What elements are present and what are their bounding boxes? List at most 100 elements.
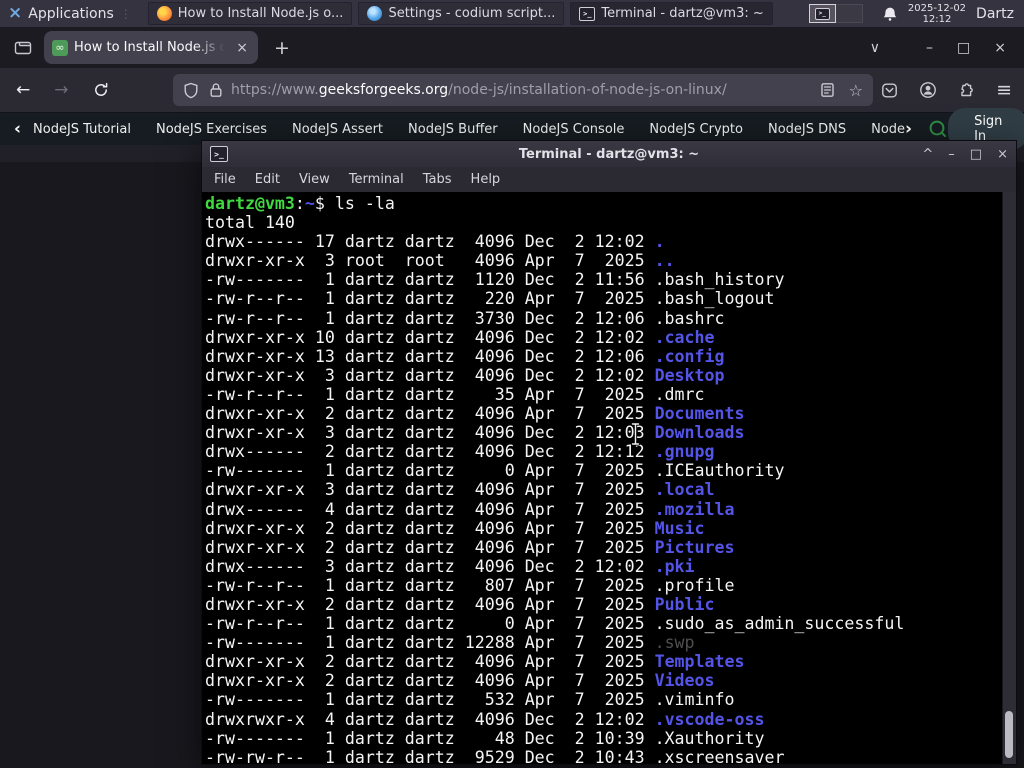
nav-item-nodejs-buffer[interactable]: NodeJS Buffer — [408, 122, 498, 137]
firefox-view-button[interactable] — [14, 40, 32, 56]
nav-scroll-right-icon[interactable]: › — [905, 119, 912, 139]
tab-close-icon[interactable]: × — [234, 40, 250, 56]
nav-buttons: ← → — [0, 80, 109, 100]
browser-tab-active[interactable]: ∞ How to Install Node.js on × — [44, 31, 258, 64]
desktop: × Applications ⋮ How to Install Node.js … — [0, 0, 1024, 768]
workspace-switcher: >_ — [808, 4, 863, 23]
nav-item-nodejs-console[interactable]: NodeJS Console — [523, 122, 625, 137]
terminal-window-controls: ^ – □ × — [922, 148, 1008, 161]
terminal-line: -rw------- 1 dartz dartz 0 Apr 7 2025 .I… — [205, 461, 785, 481]
nav-item-nodejs-crypto[interactable]: NodeJS Crypto — [649, 122, 743, 137]
terminal-line: drwxr-xr-x 13 dartz dartz 4096 Dec 2 12:… — [205, 346, 725, 366]
browser-close-button[interactable]: × — [994, 40, 1006, 56]
terminal-line: drwxr-xr-x 3 dartz dartz 4096 Apr 7 2025… — [205, 480, 715, 500]
terminal-line: -rw-r--r-- 1 dartz dartz 35 Apr 7 2025 .… — [205, 384, 705, 404]
terminal-maximize-button[interactable]: □ — [970, 148, 982, 161]
terminal-output: dartz@vm3:~$ ls -la total 140 drwx------ 1… — [205, 194, 1001, 767]
terminal-scrollbar[interactable] — [1002, 192, 1016, 764]
taskbar-item-firefox[interactable]: How to Install Node.js o... — [147, 2, 353, 25]
list-all-tabs-icon[interactable]: ∨ — [870, 40, 880, 56]
gfg-nav-items: NodeJS Tutorial NodeJS Exercises NodeJS … — [33, 122, 905, 137]
taskbar-item-vscodium[interactable]: Settings - codium script... — [358, 2, 565, 25]
terminal-line: drwx------ 2 dartz dartz 4096 Dec 2 12:1… — [205, 442, 715, 462]
terminal-close-button[interactable]: × — [997, 148, 1008, 161]
new-tab-button[interactable]: + — [274, 37, 290, 59]
search-icon[interactable] — [928, 119, 948, 139]
terminal-line: drwxr-xr-x 3 root root 4096 Apr 7 2025 .… — [205, 251, 675, 271]
vscodium-icon — [367, 6, 383, 21]
nav-item-nodejs-exercises[interactable]: NodeJS Exercises — [156, 122, 267, 137]
terminal-line: -rw-r--r-- 1 dartz dartz 220 Apr 7 2025 … — [205, 289, 775, 309]
url-bar[interactable]: https://www.geeksforgeeks.org/node-js/in… — [173, 74, 873, 106]
bookmark-star-icon[interactable]: ☆ — [849, 81, 863, 100]
nav-item-nodejs-tutorial[interactable]: NodeJS Tutorial — [33, 122, 131, 137]
panel-tray: 2025-12-02 12:12 Dartz — [882, 3, 1024, 25]
ibeam-cursor — [630, 422, 641, 446]
terminal-line: -rw-rw-r-- 1 dartz dartz 9529 Dec 2 10:4… — [205, 747, 785, 767]
terminal-shade-button[interactable]: ^ — [922, 148, 933, 161]
terminal-line: drwxr-xr-x 3 dartz dartz 4096 Dec 2 12:0… — [205, 423, 745, 443]
terminal-line: drwxr-xr-x 2 dartz dartz 4096 Apr 7 2025… — [205, 594, 715, 614]
nav-item-truncated[interactable]: Node — [871, 122, 905, 137]
terminal-minimize-button[interactable]: – — [948, 148, 955, 161]
url-domain: geeksforgeeks.org — [318, 82, 449, 98]
terminal-line: -rw------- 1 dartz dartz 12288 Apr 7 202… — [205, 633, 695, 653]
extensions-icon[interactable] — [958, 82, 975, 99]
terminal-line: drwxr-xr-x 10 dartz dartz 4096 Dec 2 12:… — [205, 327, 715, 347]
urlbar-actions: ☆ — [820, 81, 863, 100]
menu-help[interactable]: Help — [471, 172, 501, 187]
forward-button[interactable]: → — [54, 80, 68, 100]
menu-view[interactable]: View — [299, 172, 330, 187]
reader-view-icon[interactable] — [820, 82, 835, 98]
terminal-line: drwx------ 3 dartz dartz 4096 Dec 2 12:0… — [205, 556, 695, 576]
firefox-icon — [156, 6, 172, 21]
terminal-line: -rw------- 1 dartz dartz 48 Dec 2 10:39 … — [205, 728, 765, 748]
menu-file[interactable]: File — [214, 172, 236, 187]
workspace-2[interactable] — [835, 4, 863, 23]
notification-bell-icon[interactable] — [882, 6, 898, 22]
nav-scroll-left-icon[interactable]: ‹ — [14, 120, 21, 138]
menu-terminal[interactable]: Terminal — [349, 172, 404, 187]
workspace-1[interactable]: >_ — [808, 4, 836, 23]
terminal-line: drwxr-xr-x 3 dartz dartz 4096 Dec 2 12:0… — [205, 365, 725, 385]
terminal-scrollbar-thumb[interactable] — [1005, 711, 1013, 758]
terminal-line: drwx------ 4 dartz dartz 4096 Apr 7 2025… — [205, 499, 735, 519]
terminal-window: >_ Terminal - dartz@vm3: ~ ^ – □ × File … — [201, 140, 1017, 767]
terminal-line: drwxr-xr-x 2 dartz dartz 4096 Apr 7 2025… — [205, 671, 715, 691]
url-path: /node-js/installation-of-node-js-on-linu… — [448, 82, 727, 98]
menu-hamburger-icon[interactable]: ≡ — [996, 79, 1012, 101]
tracking-protection-shield-icon[interactable] — [183, 82, 199, 99]
url-text: https://www.geeksforgeeks.org/node-js/in… — [231, 82, 820, 98]
url-scheme: https://www. — [231, 82, 319, 98]
panel-clock[interactable]: 2025-12-02 12:12 — [908, 3, 966, 25]
clock-time: 12:12 — [922, 13, 952, 25]
browser-tab-bar: ∞ How to Install Node.js on × + ∨ – □ × — [0, 27, 1024, 68]
reload-button[interactable] — [93, 82, 109, 98]
taskbar-item-label: Terminal - dartz@vm3: ~ — [601, 6, 764, 21]
toolbar-right-icons: ≡ — [881, 68, 1012, 112]
terminal-icon: >_ — [579, 6, 596, 21]
back-button[interactable]: ← — [16, 80, 30, 100]
terminal-line: drwxr-xr-x 2 dartz dartz 4096 Apr 7 2025… — [205, 537, 735, 557]
applications-menu[interactable]: × Applications ⋮ — [0, 0, 142, 27]
pocket-icon[interactable] — [881, 82, 898, 99]
terminal-title-bar[interactable]: >_ Terminal - dartz@vm3: ~ ^ – □ × — [202, 141, 1016, 167]
account-icon[interactable] — [919, 81, 937, 99]
terminal-line: drwxr-xr-x 2 dartz dartz 4096 Apr 7 2025… — [205, 404, 745, 424]
menu-edit[interactable]: Edit — [255, 172, 280, 187]
browser-minimize-button[interactable]: – — [926, 40, 933, 56]
menu-tabs[interactable]: Tabs — [423, 172, 452, 187]
browser-maximize-button[interactable]: □ — [957, 40, 970, 56]
terminal-screen[interactable]: dartz@vm3:~$ ls -la total 140 drwx------ 1… — [202, 192, 1016, 767]
lock-icon[interactable] — [209, 82, 223, 98]
taskbar-item-label: Settings - codium script... — [388, 6, 556, 21]
taskbar-item-label: How to Install Node.js o... — [177, 6, 344, 21]
terminal-line: -rw-r--r-- 1 dartz dartz 3730 Dec 2 12:0… — [205, 308, 725, 328]
clock-date: 2025-12-02 — [907, 2, 967, 14]
terminal-line: drwx------ 17 dartz dartz 4096 Dec 2 12:… — [205, 232, 665, 252]
nav-item-nodejs-assert[interactable]: NodeJS Assert — [292, 122, 383, 137]
taskbar-item-terminal[interactable]: >_ Terminal - dartz@vm3: ~ — [570, 2, 773, 25]
nav-item-nodejs-dns[interactable]: NodeJS DNS — [768, 122, 846, 137]
top-panel: × Applications ⋮ How to Install Node.js … — [0, 0, 1024, 27]
panel-username[interactable]: Dartz — [976, 6, 1014, 22]
